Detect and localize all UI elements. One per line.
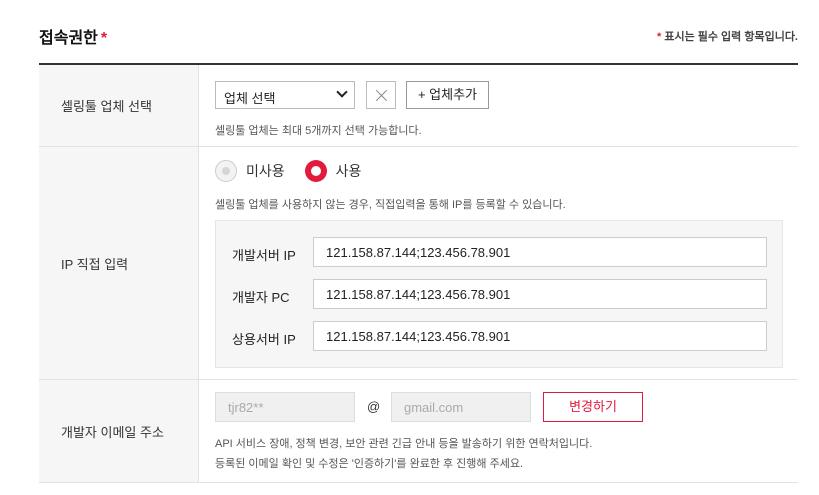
ip-row: IP 직접 입력 미사용 사용 셀링툴 업체를 사용하지 않는 경우, 직접입력… — [39, 147, 798, 380]
vendor-clear-button[interactable] — [366, 81, 396, 109]
ip-label: IP 직접 입력 — [39, 147, 199, 379]
access-form-table: 셀링툴 업체 선택 업체 선택 + 업체추가 셀링툴 업체는 최대 5개까지 선… — [39, 63, 798, 483]
ip-help-text: 셀링툴 업체를 사용하지 않는 경우, 직접입력을 통해 IP를 등록할 수 있… — [215, 199, 566, 211]
email-domain-field[interactable]: gmail.com — [391, 392, 531, 422]
radio-used-circle — [304, 160, 327, 182]
ip-content: 미사용 사용 셀링툴 업체를 사용하지 않는 경우, 직접입력을 통해 IP를 … — [199, 147, 798, 379]
email-content: tjr82** @ gmail.com 변경하기 API 서비스 장애, 정책 … — [199, 380, 798, 482]
vendor-content: 업체 선택 + 업체추가 셀링툴 업체는 최대 5개까지 선택 가능합니다. — [199, 65, 798, 146]
dev-server-ip-input[interactable]: 121.158.87.144;123.456.78.901 — [313, 237, 767, 267]
ip-input-row: 상용서버 IP 121.158.87.144;123.456.78.901 — [232, 321, 768, 351]
prod-server-ip-input[interactable]: 121.158.87.144;123.456.78.901 — [313, 321, 767, 351]
ip-radio-group: 미사용 사용 — [215, 160, 381, 182]
add-vendor-button[interactable]: + 업체추가 — [406, 81, 489, 109]
required-note: * 표시는 필수 입력 항목입니다. — [657, 28, 798, 44]
email-help-line-2: 등록된 이메일 확인 및 수정은 '인증하기'를 완료한 후 진행해 주세요. — [215, 458, 523, 470]
vendor-help-text: 셀링툴 업체는 최대 5개까지 선택 가능합니다. — [215, 125, 422, 137]
dev-pc-ip-input[interactable]: 121.158.87.144;123.456.78.901 — [313, 279, 767, 309]
ip-input-row: 개발서버 IP 121.158.87.144;123.456.78.901 — [232, 237, 768, 267]
email-label: 개발자 이메일 주소 — [39, 380, 199, 482]
email-help-line-1: API 서비스 장애, 정책 변경, 보안 관련 긴급 안내 등을 발송하기 위… — [215, 438, 593, 450]
required-note-star: * — [657, 31, 662, 43]
radio-used-label: 사용 — [335, 163, 362, 179]
vendor-row: 셀링툴 업체 선택 업체 선택 + 업체추가 셀링툴 업체는 최대 5개까지 선… — [39, 65, 798, 147]
radio-unused-label: 미사용 — [246, 163, 285, 179]
radio-unused-circle — [215, 160, 237, 182]
email-id-field[interactable]: tjr82** — [215, 392, 355, 422]
required-note-text: 표시는 필수 입력 항목입니다. — [664, 31, 798, 43]
email-row: 개발자 이메일 주소 tjr82** @ gmail.com 변경하기 API … — [39, 380, 798, 483]
section-title-text: 접속권한 — [39, 30, 98, 47]
section-title: 접속권한 * — [39, 24, 107, 48]
ip-row-label: 개발서버 IP — [232, 248, 296, 263]
ip-input-box: 개발서버 IP 121.158.87.144;123.456.78.901 개발… — [215, 220, 783, 368]
change-email-button[interactable]: 변경하기 — [543, 392, 643, 422]
ip-row-label: 개발자 PC — [232, 290, 290, 305]
vendor-select-value: 업체 선택 — [224, 91, 276, 106]
vendor-select[interactable]: 업체 선택 — [215, 81, 355, 109]
ip-row-label: 상용서버 IP — [232, 332, 296, 347]
ip-input-row: 개발자 PC 121.158.87.144;123.456.78.901 — [232, 279, 768, 309]
radio-used[interactable]: 사용 — [304, 160, 362, 182]
at-sign: @ — [367, 399, 381, 414]
radio-unused[interactable]: 미사용 — [215, 160, 285, 182]
required-star: * — [100, 30, 108, 47]
section-header: 접속권한 * * 표시는 필수 입력 항목입니다. — [39, 24, 798, 48]
email-help-text: API 서비스 장애, 정책 변경, 보안 관련 긴급 안내 등을 발송하기 위… — [215, 434, 592, 474]
vendor-label: 셀링툴 업체 선택 — [39, 65, 199, 146]
chevron-down-icon — [336, 86, 348, 98]
